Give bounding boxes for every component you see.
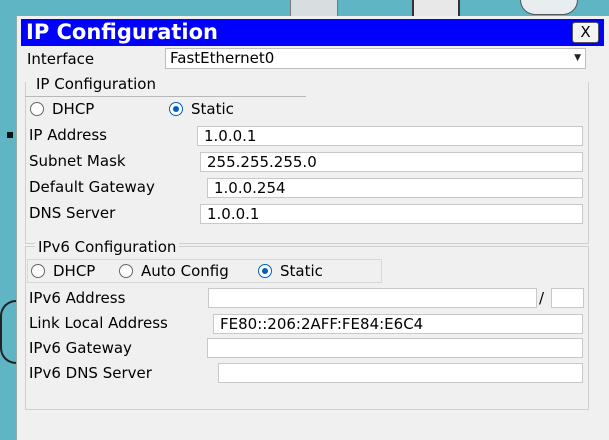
link-local-address-label: Link Local Address: [29, 314, 168, 332]
ipv4-legend-rule: [25, 96, 306, 97]
title-bar: IP Configuration X: [21, 19, 604, 46]
ipv6-dns-server-label: IPv6 DNS Server: [29, 364, 152, 382]
ipv6-dhcp-label: DHCP: [53, 262, 96, 280]
ipv6-static-radio[interactable]: [258, 264, 272, 278]
ipv4-dhcp-label: DHCP: [52, 100, 95, 118]
ipv6-gateway-label: IPv6 Gateway: [29, 339, 132, 357]
ipv6-prefix-input[interactable]: [551, 288, 584, 308]
device-icon: [0, 300, 16, 364]
dns-server-label: DNS Server: [29, 204, 116, 222]
ipv6-auto-config-label: Auto Config: [141, 262, 229, 280]
device-label: [7, 132, 13, 138]
ipv4-static-radio[interactable]: [169, 102, 183, 116]
cloud-icon: [520, 0, 578, 15]
ipv6-address-input[interactable]: [208, 288, 537, 308]
ipv4-legend: IP Configuration: [33, 75, 159, 93]
chevron-down-icon: ▼: [574, 53, 581, 63]
ipv4-dhcp-radio[interactable]: [30, 102, 44, 116]
ipv6-address-label: IPv6 Address: [29, 289, 126, 307]
ipv6-dhcp-radio[interactable]: [31, 264, 45, 278]
ip-address-input[interactable]: 1.0.0.1: [197, 126, 583, 146]
dns-server-input[interactable]: 1.0.0.1: [200, 204, 583, 224]
interface-label: Interface: [27, 50, 95, 68]
close-button[interactable]: X: [572, 22, 599, 43]
device-icon: [290, 0, 338, 17]
ip-address-label: IP Address: [29, 126, 107, 144]
ip-configuration-dialog: IP Configuration X Interface FastEtherne…: [16, 16, 609, 440]
ipv6-static-label: Static: [280, 262, 323, 280]
ipv6-gateway-input[interactable]: [207, 338, 583, 358]
default-gateway-label: Default Gateway: [29, 178, 155, 196]
dialog-title: IP Configuration: [26, 20, 218, 44]
ipv4-static-label: Static: [191, 100, 234, 118]
ipv6-dns-server-input[interactable]: [218, 363, 583, 383]
interface-selected-value: FastEthernet0: [170, 49, 275, 67]
interface-select[interactable]: FastEthernet0 ▼: [165, 48, 586, 69]
ipv6-auto-config-radio[interactable]: [119, 264, 133, 278]
link-local-address-input[interactable]: FE80::206:2AFF:FE84:E6C4: [213, 314, 583, 334]
ipv6-legend: IPv6 Configuration: [35, 238, 180, 256]
subnet-mask-label: Subnet Mask: [29, 152, 126, 170]
prefix-separator: /: [539, 289, 545, 307]
subnet-mask-input[interactable]: 255.255.255.0: [200, 152, 583, 172]
default-gateway-input[interactable]: 1.0.0.254: [207, 178, 583, 198]
